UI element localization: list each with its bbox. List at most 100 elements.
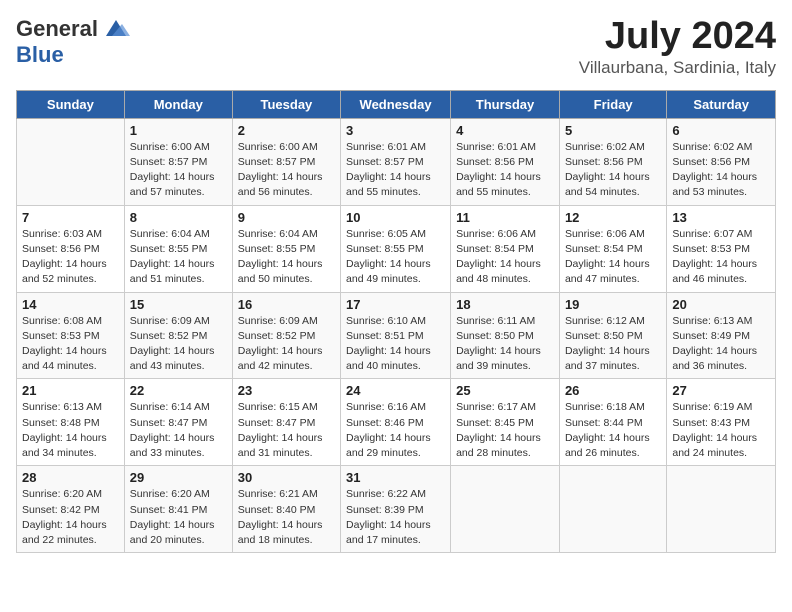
calendar-week-row: 1 Sunrise: 6:00 AM Sunset: 8:57 PM Daylig…	[17, 118, 776, 205]
day-info: Sunrise: 6:14 AM Sunset: 8:47 PM Dayligh…	[130, 400, 227, 461]
day-number: 29	[130, 470, 227, 485]
day-info: Sunrise: 6:00 AM Sunset: 8:57 PM Dayligh…	[238, 140, 335, 201]
calendar-cell: 5 Sunrise: 6:02 AM Sunset: 8:56 PM Daylig…	[559, 118, 666, 205]
day-info: Sunrise: 6:03 AM Sunset: 8:56 PM Dayligh…	[22, 227, 119, 288]
day-info: Sunrise: 6:22 AM Sunset: 8:39 PM Dayligh…	[346, 487, 445, 548]
calendar-cell: 16 Sunrise: 6:09 AM Sunset: 8:52 PM Dayli…	[232, 292, 340, 379]
calendar-cell: 29 Sunrise: 6:20 AM Sunset: 8:41 PM Dayli…	[124, 466, 232, 553]
calendar-week-row: 7 Sunrise: 6:03 AM Sunset: 8:56 PM Daylig…	[17, 205, 776, 292]
calendar-cell: 17Sunrise: 6:10 AM Sunset: 8:51 PM Dayli…	[341, 292, 451, 379]
calendar-week-row: 14 Sunrise: 6:08 AM Sunset: 8:53 PM Dayli…	[17, 292, 776, 379]
day-number: 25	[456, 383, 554, 398]
day-number: 14	[22, 297, 119, 312]
day-number: 6	[672, 123, 770, 138]
calendar-cell: 13Sunrise: 6:07 AM Sunset: 8:53 PM Dayli…	[667, 205, 776, 292]
day-number: 27	[672, 383, 770, 398]
calendar-cell	[451, 466, 560, 553]
calendar-day-header: Friday	[559, 90, 666, 118]
calendar-cell: 27 Sunrise: 6:19 AM Sunset: 8:43 PM Dayli…	[667, 379, 776, 466]
day-number: 30	[238, 470, 335, 485]
calendar-header-row: SundayMondayTuesdayWednesdayThursdayFrid…	[17, 90, 776, 118]
day-info: Sunrise: 6:00 AM Sunset: 8:57 PM Dayligh…	[130, 140, 227, 201]
day-info: Sunrise: 6:09 AM Sunset: 8:52 PM Dayligh…	[130, 314, 227, 375]
day-number: 28	[22, 470, 119, 485]
day-info: Sunrise: 6:01 AM Sunset: 8:56 PM Dayligh…	[456, 140, 554, 201]
calendar-cell: 31 Sunrise: 6:22 AM Sunset: 8:39 PM Dayli…	[341, 466, 451, 553]
day-info: Sunrise: 6:06 AM Sunset: 8:54 PM Dayligh…	[565, 227, 661, 288]
calendar-cell: 19 Sunrise: 6:12 AM Sunset: 8:50 PM Dayli…	[559, 292, 666, 379]
day-info: Sunrise: 6:06 AM Sunset: 8:54 PM Dayligh…	[456, 227, 554, 288]
logo: General Blue	[16, 16, 130, 68]
day-number: 7	[22, 210, 119, 225]
day-info: Sunrise: 6:21 AM Sunset: 8:40 PM Dayligh…	[238, 487, 335, 548]
day-info: Sunrise: 6:02 AM Sunset: 8:56 PM Dayligh…	[565, 140, 661, 201]
calendar-week-row: 28 Sunrise: 6:20 AM Sunset: 8:42 PM Dayli…	[17, 466, 776, 553]
calendar-cell	[667, 466, 776, 553]
calendar-cell: 25 Sunrise: 6:17 AM Sunset: 8:45 PM Dayli…	[451, 379, 560, 466]
calendar-cell: 8Sunrise: 6:04 AM Sunset: 8:55 PM Daylig…	[124, 205, 232, 292]
day-info: Sunrise: 6:12 AM Sunset: 8:50 PM Dayligh…	[565, 314, 661, 375]
day-number: 11	[456, 210, 554, 225]
calendar-cell: 2 Sunrise: 6:00 AM Sunset: 8:57 PM Daylig…	[232, 118, 340, 205]
day-number: 1	[130, 123, 227, 138]
page-title: July 2024	[579, 16, 776, 58]
day-info: Sunrise: 6:05 AM Sunset: 8:55 PM Dayligh…	[346, 227, 445, 288]
day-info: Sunrise: 6:08 AM Sunset: 8:53 PM Dayligh…	[22, 314, 119, 375]
calendar-cell: 7 Sunrise: 6:03 AM Sunset: 8:56 PM Daylig…	[17, 205, 125, 292]
calendar-cell: 11 Sunrise: 6:06 AM Sunset: 8:54 PM Dayli…	[451, 205, 560, 292]
day-number: 20	[672, 297, 770, 312]
logo-general: General	[16, 16, 98, 42]
day-info: Sunrise: 6:07 AM Sunset: 8:53 PM Dayligh…	[672, 227, 770, 288]
calendar-day-header: Sunday	[17, 90, 125, 118]
logo-icon	[102, 18, 130, 40]
day-number: 31	[346, 470, 445, 485]
day-info: Sunrise: 6:09 AM Sunset: 8:52 PM Dayligh…	[238, 314, 335, 375]
day-info: Sunrise: 6:17 AM Sunset: 8:45 PM Dayligh…	[456, 400, 554, 461]
day-info: Sunrise: 6:04 AM Sunset: 8:55 PM Dayligh…	[130, 227, 227, 288]
day-info: Sunrise: 6:20 AM Sunset: 8:41 PM Dayligh…	[130, 487, 227, 548]
calendar-table: SundayMondayTuesdayWednesdayThursdayFrid…	[16, 90, 776, 553]
calendar-cell	[559, 466, 666, 553]
day-info: Sunrise: 6:18 AM Sunset: 8:44 PM Dayligh…	[565, 400, 661, 461]
calendar-cell: 20Sunrise: 6:13 AM Sunset: 8:49 PM Dayli…	[667, 292, 776, 379]
day-number: 16	[238, 297, 335, 312]
calendar-cell: 22Sunrise: 6:14 AM Sunset: 8:47 PM Dayli…	[124, 379, 232, 466]
day-number: 23	[238, 383, 335, 398]
calendar-day-header: Tuesday	[232, 90, 340, 118]
calendar-body: 1 Sunrise: 6:00 AM Sunset: 8:57 PM Daylig…	[17, 118, 776, 552]
day-info: Sunrise: 6:04 AM Sunset: 8:55 PM Dayligh…	[238, 227, 335, 288]
day-number: 18	[456, 297, 554, 312]
day-number: 4	[456, 123, 554, 138]
day-number: 3	[346, 123, 445, 138]
calendar-cell: 6 Sunrise: 6:02 AM Sunset: 8:56 PM Daylig…	[667, 118, 776, 205]
day-info: Sunrise: 6:16 AM Sunset: 8:46 PM Dayligh…	[346, 400, 445, 461]
calendar-cell: 24Sunrise: 6:16 AM Sunset: 8:46 PM Dayli…	[341, 379, 451, 466]
day-info: Sunrise: 6:10 AM Sunset: 8:51 PM Dayligh…	[346, 314, 445, 375]
calendar-cell: 21Sunrise: 6:13 AM Sunset: 8:48 PM Dayli…	[17, 379, 125, 466]
calendar-cell	[17, 118, 125, 205]
day-number: 19	[565, 297, 661, 312]
day-number: 26	[565, 383, 661, 398]
calendar-week-row: 21Sunrise: 6:13 AM Sunset: 8:48 PM Dayli…	[17, 379, 776, 466]
calendar-cell: 30 Sunrise: 6:21 AM Sunset: 8:40 PM Dayli…	[232, 466, 340, 553]
calendar-cell: 3Sunrise: 6:01 AM Sunset: 8:57 PM Daylig…	[341, 118, 451, 205]
day-info: Sunrise: 6:02 AM Sunset: 8:56 PM Dayligh…	[672, 140, 770, 201]
calendar-cell: 14 Sunrise: 6:08 AM Sunset: 8:53 PM Dayli…	[17, 292, 125, 379]
calendar-cell: 15 Sunrise: 6:09 AM Sunset: 8:52 PM Dayli…	[124, 292, 232, 379]
calendar-cell: 9Sunrise: 6:04 AM Sunset: 8:55 PM Daylig…	[232, 205, 340, 292]
day-number: 10	[346, 210, 445, 225]
calendar-cell: 18Sunrise: 6:11 AM Sunset: 8:50 PM Dayli…	[451, 292, 560, 379]
page-subtitle: Villaurbana, Sardinia, Italy	[579, 58, 776, 78]
calendar-cell: 10 Sunrise: 6:05 AM Sunset: 8:55 PM Dayli…	[341, 205, 451, 292]
day-info: Sunrise: 6:20 AM Sunset: 8:42 PM Dayligh…	[22, 487, 119, 548]
day-number: 15	[130, 297, 227, 312]
day-number: 5	[565, 123, 661, 138]
calendar-cell: 26 Sunrise: 6:18 AM Sunset: 8:44 PM Dayli…	[559, 379, 666, 466]
day-info: Sunrise: 6:13 AM Sunset: 8:48 PM Dayligh…	[22, 400, 119, 461]
calendar-cell: 1 Sunrise: 6:00 AM Sunset: 8:57 PM Daylig…	[124, 118, 232, 205]
day-info: Sunrise: 6:19 AM Sunset: 8:43 PM Dayligh…	[672, 400, 770, 461]
calendar-day-header: Thursday	[451, 90, 560, 118]
day-info: Sunrise: 6:15 AM Sunset: 8:47 PM Dayligh…	[238, 400, 335, 461]
day-number: 2	[238, 123, 335, 138]
title-block: July 2024 Villaurbana, Sardinia, Italy	[579, 16, 776, 78]
